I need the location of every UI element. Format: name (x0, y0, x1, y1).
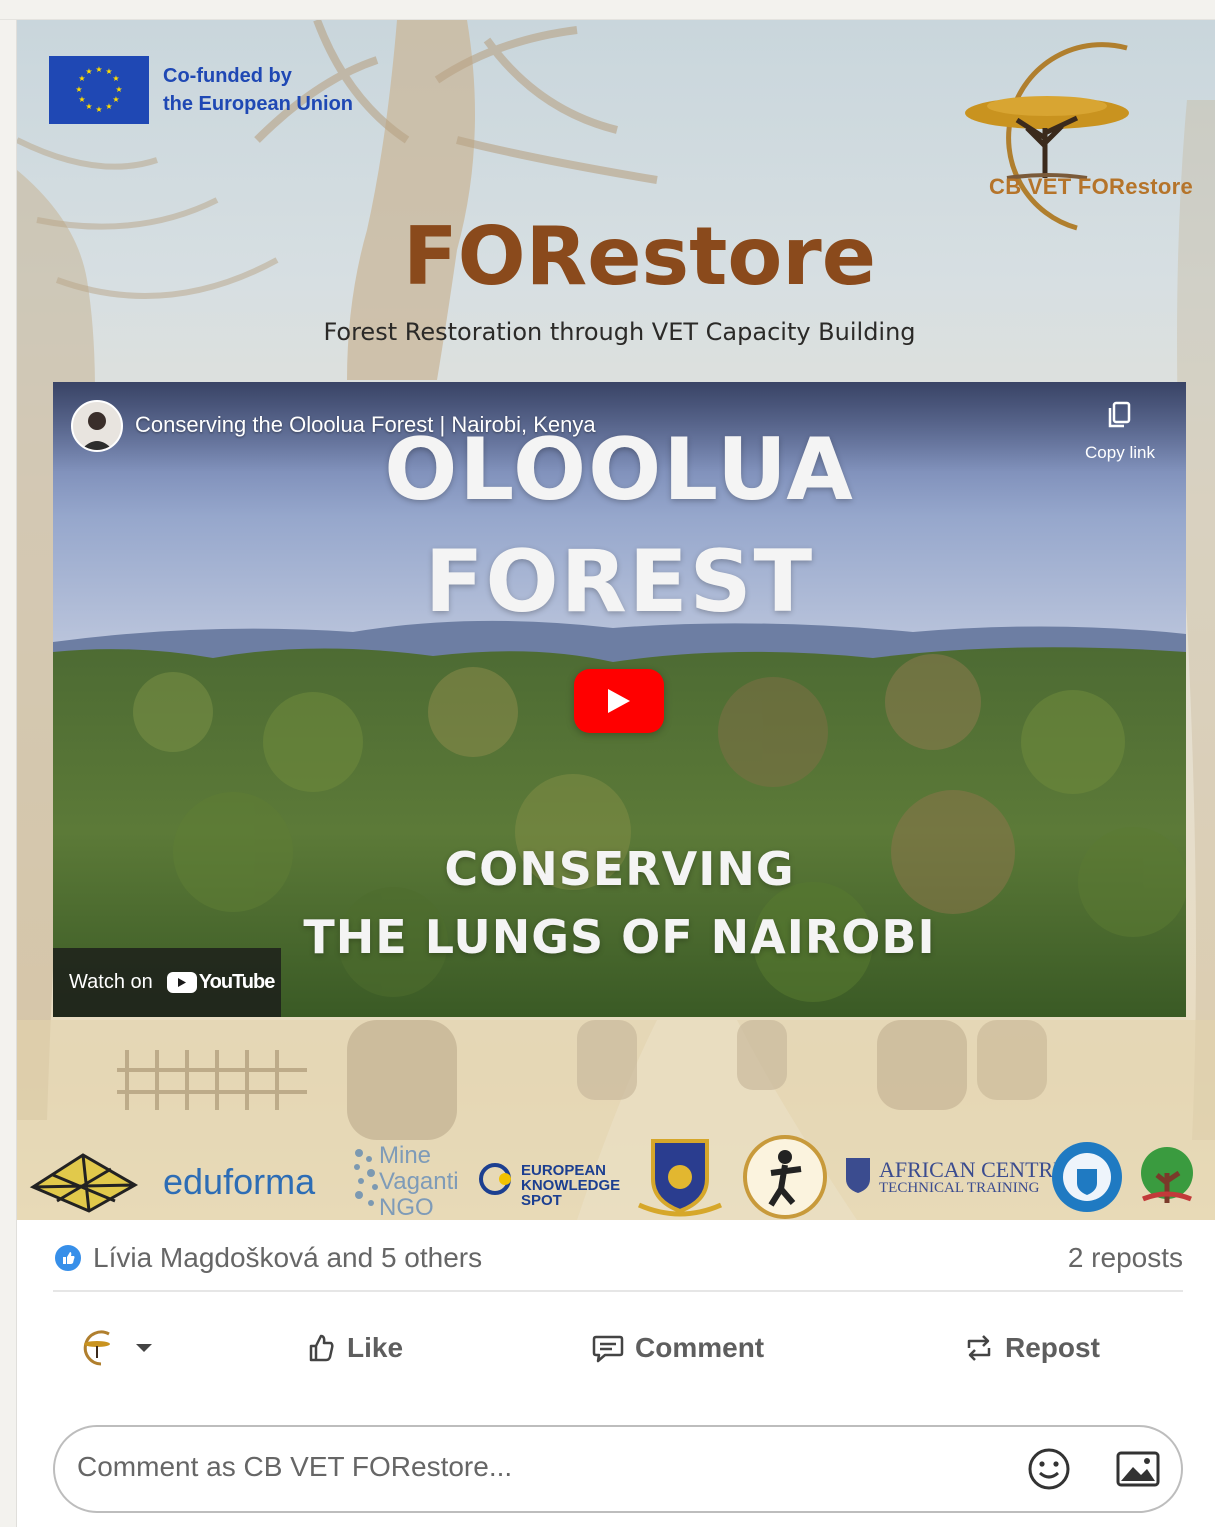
like-reaction-icon (53, 1243, 83, 1273)
image-icon (1116, 1451, 1160, 1487)
play-button[interactable] (574, 669, 664, 733)
watch-on-label: Watch on (69, 971, 153, 993)
youtube-wordmark: YouTube (198, 971, 276, 993)
post-banner-image[interactable]: ★ ★ ★ ★ ★ ★ ★ ★ ★ ★ ★ ★ Co-funded by the Europea… (17, 20, 1215, 1220)
youtube-icon (166, 972, 197, 993)
mine-line1: Mine (379, 1142, 432, 1169)
comment-input[interactable] (77, 1451, 977, 1483)
emoji-icon (1028, 1448, 1070, 1490)
partner-logo-eks: EUROPEAN KNOWLEDGE SPOT (521, 1163, 620, 1208)
partner-logo-eduforma: eduforma (163, 1161, 316, 1202)
video-overlay-line2: FOREST (424, 532, 815, 632)
project-subtitle: Forest Restoration through VET Capacity … (323, 318, 916, 346)
project-title: FORestore (402, 210, 877, 303)
svg-text:★: ★ (78, 95, 85, 104)
eu-label: Co-funded by the European Union (163, 62, 353, 118)
eu-label-line2: the European Union (163, 93, 353, 115)
video-overlay-line1: OLOOLUA (384, 420, 855, 520)
svg-text:★: ★ (115, 85, 122, 94)
play-icon (608, 689, 630, 713)
svg-text:★: ★ (112, 74, 119, 83)
partner-logo-eks-mark (479, 1163, 511, 1195)
social-counts: Lívia Magdošková and 5 others 2 reposts (53, 1242, 1183, 1294)
african-line2: TECHNICAL TRAINING (879, 1180, 1040, 1196)
emoji-button[interactable] (1027, 1447, 1071, 1496)
partner-logo-african-centre: AFRICAN CENTRE TECHNICAL TRAINING (879, 1157, 1067, 1197)
repost-icon (967, 1335, 991, 1361)
partner-logo-blue-seal (1052, 1142, 1122, 1212)
comment-button[interactable]: Comment (591, 1332, 764, 1364)
svg-text:★: ★ (95, 65, 102, 74)
comment-box (53, 1425, 1183, 1513)
like-button[interactable]: Like (305, 1332, 403, 1364)
reposts-count[interactable]: 2 reposts (1068, 1242, 1183, 1274)
top-strip (0, 0, 1215, 20)
svg-text:★: ★ (85, 102, 92, 111)
forestore-logo-text: CB VET FORestore (989, 174, 1194, 199)
eks-line2: KNOWLEDGE (521, 1177, 621, 1194)
eu-cofunded-logo: ★ ★ ★ ★ ★ ★ ★ ★ ★ ★ ★ ★ Co-funded by the Europea… (49, 56, 353, 124)
comment-icon (592, 1335, 624, 1363)
like-icon (309, 1334, 334, 1362)
watch-on-youtube-button[interactable]: Watch on YouTube (53, 948, 281, 1017)
chevron-down-icon (136, 1344, 152, 1352)
actor-selector[interactable] (75, 1328, 165, 1368)
comment-label: Comment (635, 1332, 765, 1363)
partner-logo-mine-vaganti: Mine Vaganti NGO (379, 1142, 459, 1221)
svg-text:★: ★ (75, 85, 82, 94)
mine-line2: Vaganti (379, 1168, 459, 1195)
reactions-summary[interactable]: Lívia Magdošková and 5 others (53, 1242, 482, 1274)
african-line1: AFRICAN CENTRE (879, 1157, 1067, 1182)
svg-text:★: ★ (85, 67, 92, 76)
partner-logos: eduforma Mine Vaganti NGO EUROPEAN KNOWL… (17, 1125, 1215, 1220)
mine-line3: NGO (379, 1194, 434, 1221)
video-overlay-line3: CONSERVING (444, 842, 795, 896)
eks-line1: EUROPEAN (521, 1162, 607, 1179)
like-label: Like (347, 1332, 404, 1363)
social-divider (53, 1290, 1183, 1292)
post-card: ★ ★ ★ ★ ★ ★ ★ ★ ★ ★ ★ ★ Co-funded by the Europea… (16, 20, 1215, 1527)
youtube-video-embed[interactable]: Conserving the Oloolua Forest | Nairobi,… (53, 382, 1186, 1017)
partner-logo-geometric (29, 1153, 139, 1213)
svg-text:★: ★ (112, 95, 119, 104)
post-actions-bar: Like Comment Repost (53, 1320, 1183, 1390)
partner-logo-circle-figure (743, 1135, 827, 1219)
repost-button[interactable]: Repost (963, 1332, 1100, 1364)
partner-logo-african-shield (846, 1158, 870, 1193)
add-image-button[interactable] (1115, 1449, 1161, 1494)
repost-label: Repost (1005, 1332, 1100, 1363)
eks-line3: SPOT (521, 1192, 562, 1209)
forestore-tree-logo (965, 42, 1129, 231)
actor-avatar-icon (83, 1330, 110, 1366)
eu-flag-icon: ★ ★ ★ ★ ★ ★ ★ ★ ★ ★ ★ ★ (49, 56, 149, 124)
reactions-text: Lívia Magdošková and 5 others (93, 1242, 483, 1273)
partner-logo-green-tree (1141, 1147, 1193, 1203)
eu-label-line1: Co-funded by (163, 65, 292, 87)
youtube-logo: YouTube (166, 971, 276, 994)
partner-logo-crest (637, 1139, 723, 1217)
svg-text:★: ★ (105, 102, 112, 111)
svg-text:★: ★ (95, 105, 102, 114)
